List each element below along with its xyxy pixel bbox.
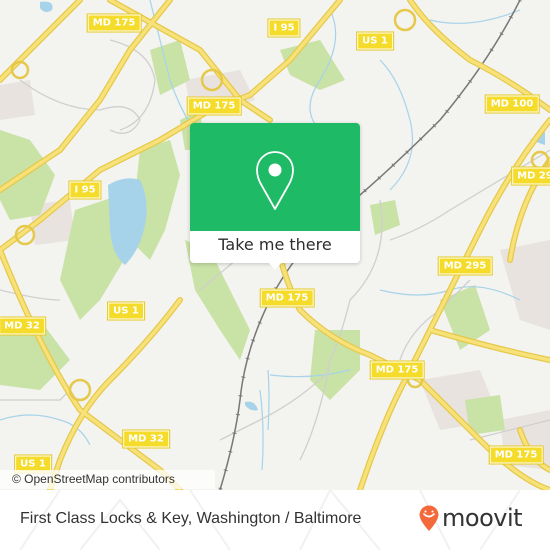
route-shield: US 1: [107, 301, 145, 321]
take-me-there-button[interactable]: Take me there: [190, 231, 360, 263]
route-shield: I 95: [68, 180, 102, 200]
route-shield: I 95: [267, 18, 301, 38]
route-shield: MD 175: [369, 360, 425, 380]
route-shield: MD 295: [437, 256, 493, 276]
route-shield: MD 32: [0, 316, 46, 336]
moovit-logo[interactable]: moovit: [418, 503, 523, 533]
route-shield: MD 29: [511, 166, 550, 186]
moovit-pin-smile-icon: [419, 505, 439, 531]
route-shield: US 1: [356, 31, 394, 51]
popup-header[interactable]: [190, 123, 360, 231]
take-me-there-popup[interactable]: Take me there: [190, 123, 360, 263]
route-shield: MD 175: [186, 96, 242, 116]
route-shield: MD 100: [484, 94, 540, 114]
map-attribution[interactable]: © OpenStreetMap contributors: [0, 470, 215, 489]
map-pin-icon: [256, 151, 294, 210]
moovit-wordmark: moovit: [442, 504, 523, 532]
place-title: First Class Locks & Key, Washington / Ba…: [20, 510, 362, 527]
route-shield: MD 32: [122, 429, 170, 449]
route-shield: MD 175: [488, 445, 544, 465]
popup-pointer: [268, 262, 282, 270]
footer-bar: First Class Locks & Key, Washington / Ba…: [0, 490, 550, 550]
route-shield: MD 175: [86, 13, 142, 33]
route-shield: MD 175: [259, 288, 315, 308]
